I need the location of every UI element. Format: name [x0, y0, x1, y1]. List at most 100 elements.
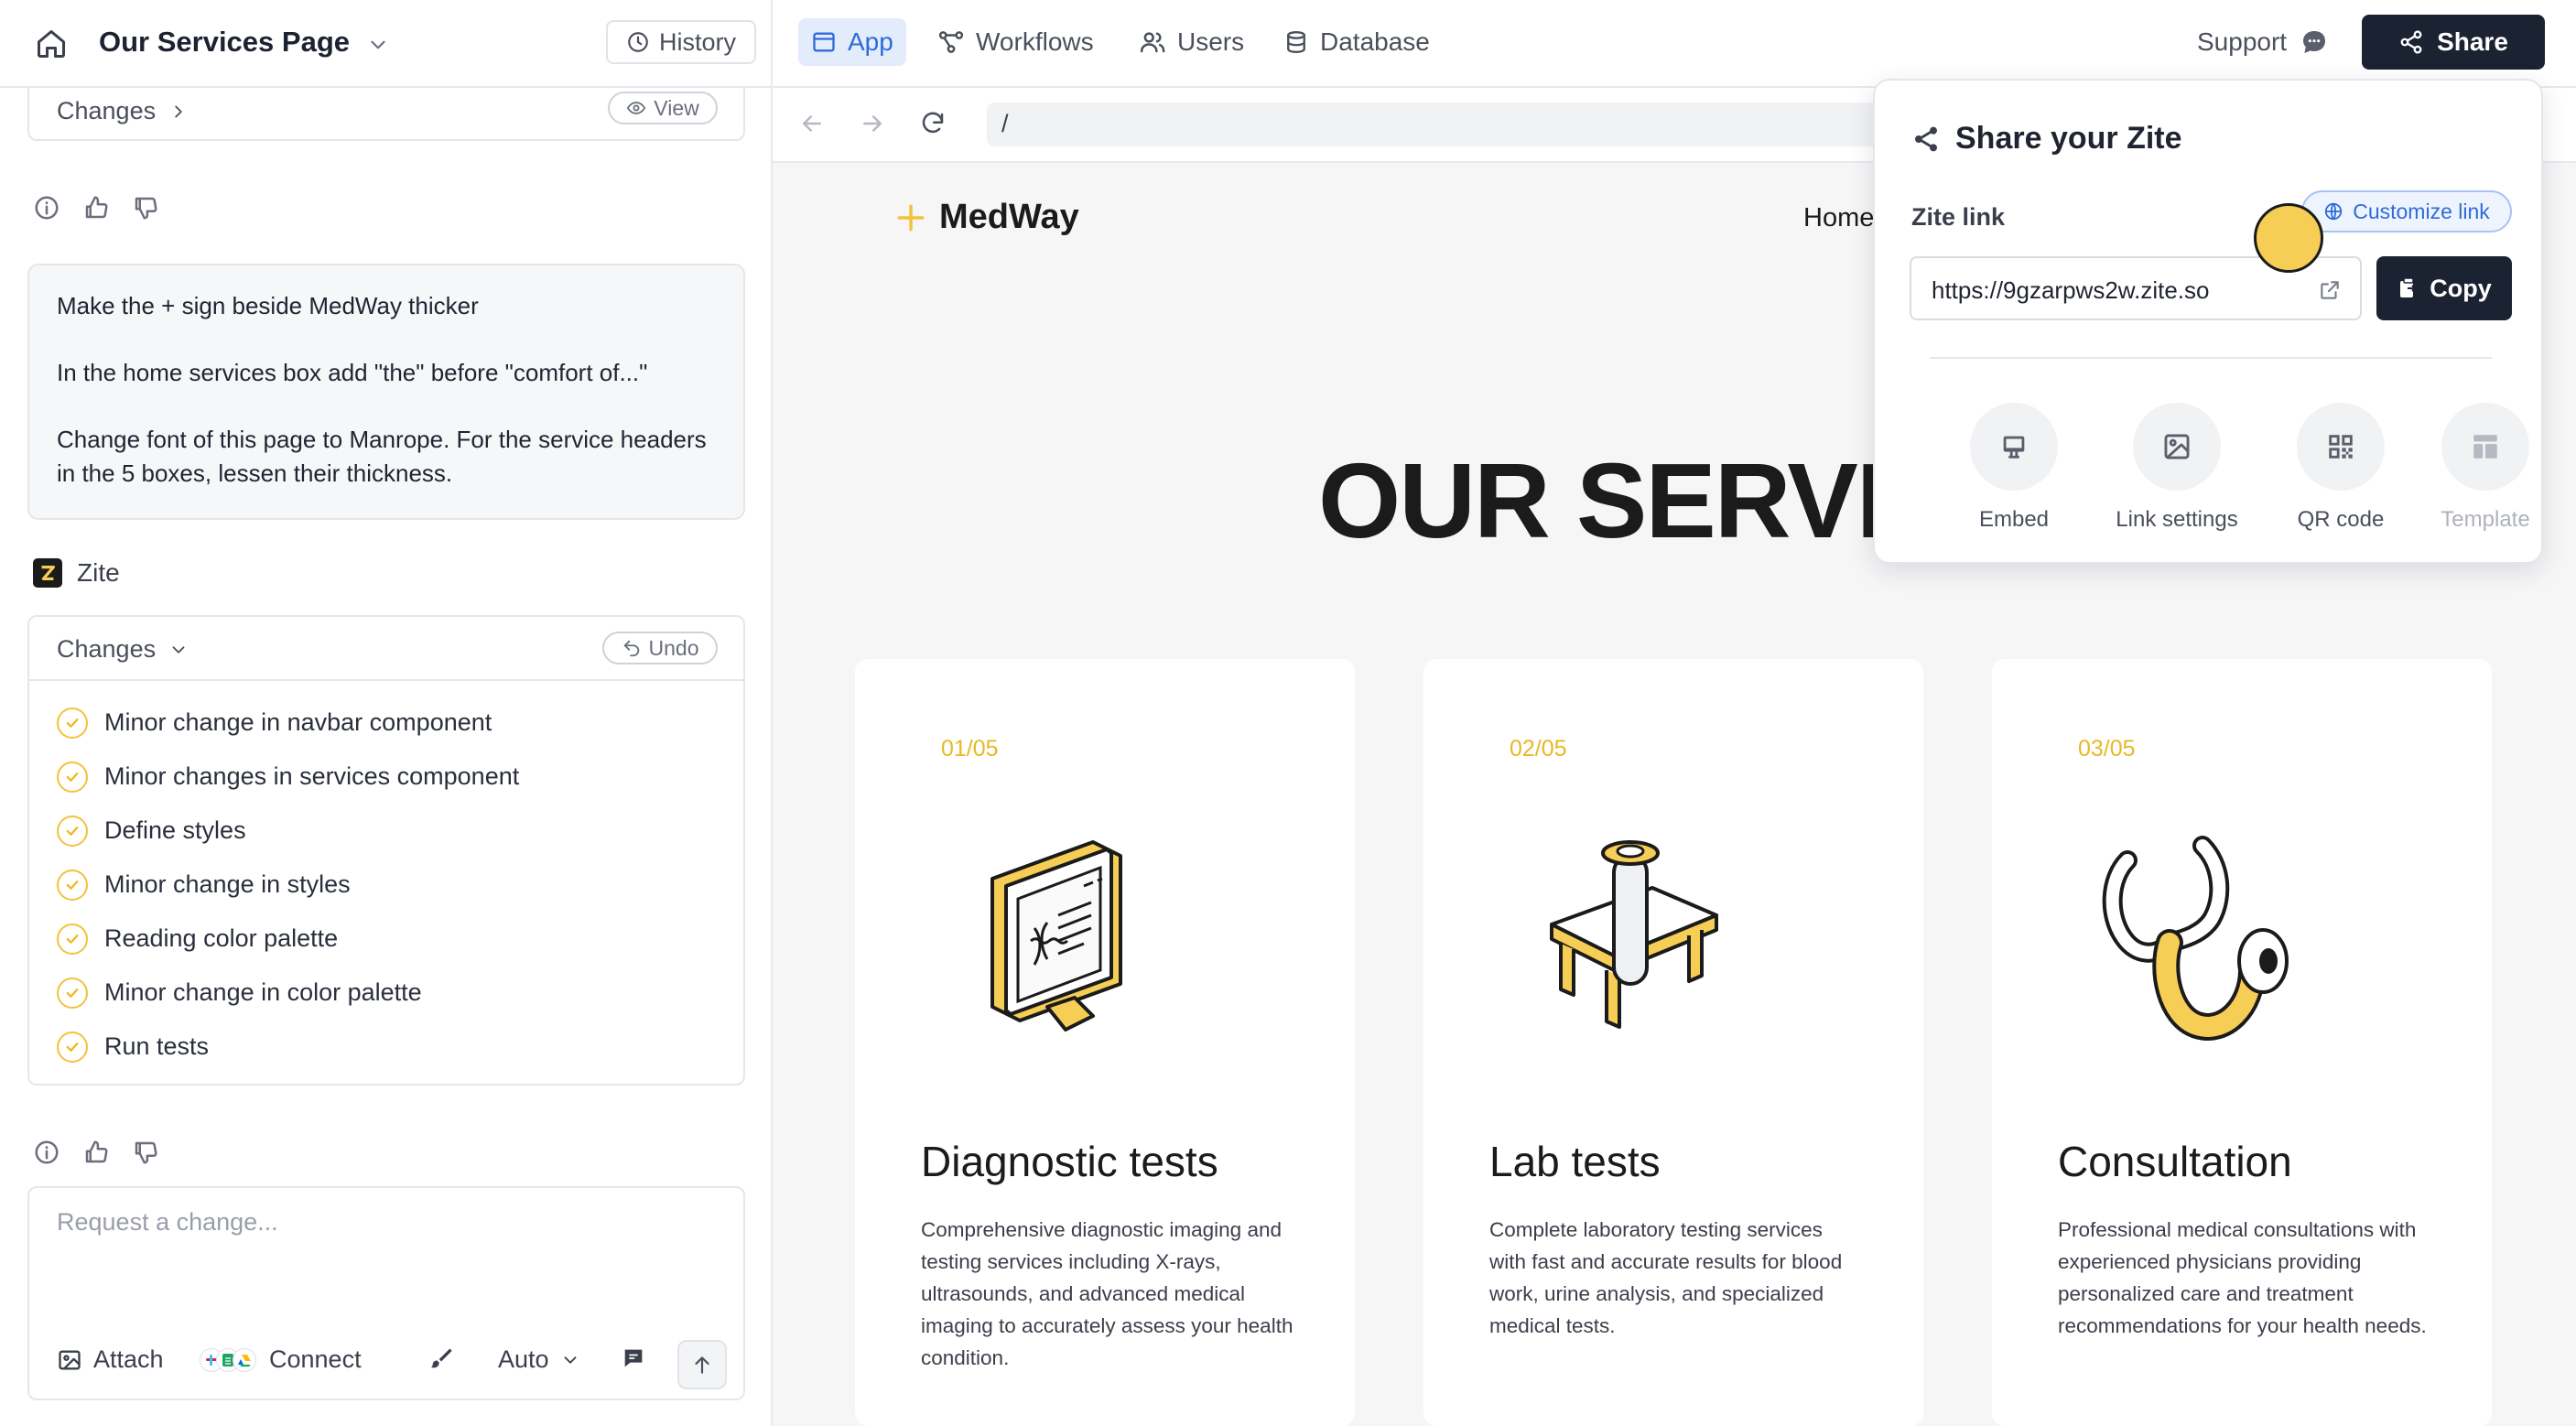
send-button[interactable]	[677, 1340, 727, 1389]
service-card: 02/05 Lab tests Complete laboratory test…	[1423, 659, 1923, 1426]
site-logo[interactable]: MedWay	[895, 198, 1079, 237]
chat-panel: Changes View Make the + sign beside MedW…	[0, 88, 771, 1426]
reload-icon[interactable]	[919, 110, 947, 137]
user-message: Make the + sign beside MedWay thicker In…	[27, 264, 745, 520]
home-icon[interactable]	[35, 27, 71, 60]
brush-button[interactable]	[428, 1345, 454, 1371]
message-line: Make the + sign beside MedWay thicker	[57, 292, 479, 319]
changes-collapsed-card: Changes View	[27, 88, 745, 141]
list-item: Minor change in color palette	[57, 966, 519, 1020]
arrow-up-icon	[690, 1353, 714, 1377]
chevron-down-icon[interactable]	[366, 33, 390, 57]
drive-icon	[233, 1347, 256, 1372]
info-icon[interactable]	[33, 1139, 60, 1166]
connect-label: Connect	[269, 1345, 362, 1373]
share-option-embed[interactable]: Embed	[1936, 403, 2092, 533]
model-label: Auto	[498, 1345, 549, 1373]
share-option-qr-code[interactable]: QR code	[2263, 403, 2419, 533]
project-title[interactable]: Our Services Page	[99, 26, 350, 59]
list-item: Minor change in styles	[57, 858, 519, 912]
service-description: Professional medical consultations with …	[2058, 1218, 2427, 1337]
share-icon	[2398, 29, 2424, 55]
service-number: 01/05	[941, 736, 999, 762]
change-text: Run tests	[104, 1032, 210, 1060]
service-number: 03/05	[2078, 736, 2136, 762]
monitor-icon	[1970, 403, 2058, 491]
undo-icon	[622, 638, 642, 658]
check-icon	[57, 707, 88, 739]
check-icon	[57, 1031, 88, 1063]
changes-expand-toggle[interactable]: Changes	[57, 97, 189, 125]
option-label: Link settings	[2116, 507, 2238, 532]
eye-icon	[626, 98, 646, 118]
changes-card: Changes Undo Minor change in navbar comp…	[27, 615, 745, 1086]
customize-link-button[interactable]: Customize link	[2301, 190, 2512, 232]
forward-arrow-icon[interactable]	[859, 110, 886, 137]
option-label: Embed	[1978, 507, 2050, 532]
support-link[interactable]: Support	[2197, 27, 2329, 57]
request-input[interactable]	[57, 1208, 716, 1281]
list-item: Run tests	[57, 1020, 519, 1074]
share-button[interactable]: Share	[2362, 15, 2545, 70]
option-label: QR code	[2297, 507, 2385, 532]
tab-label: Users	[1177, 27, 1245, 56]
attach-label: Attach	[93, 1345, 164, 1373]
check-icon	[57, 977, 88, 1009]
model-select[interactable]: Auto	[498, 1345, 580, 1374]
history-button[interactable]: History	[606, 20, 756, 64]
back-arrow-icon[interactable]	[798, 110, 826, 137]
share-label: Share	[2437, 27, 2508, 56]
view-button[interactable]: View	[608, 92, 718, 124]
service-card: 03/05 Consultation Professional medical …	[1992, 659, 2492, 1426]
plus-icon	[895, 202, 926, 233]
service-title: Lab tests	[1489, 1138, 1661, 1185]
feedback-row	[33, 1139, 159, 1166]
service-card: 01/05 Diagnostic tests Comprehensive dia…	[855, 659, 1355, 1426]
changes-collapse-toggle[interactable]: Changes	[57, 635, 189, 664]
tab-workflows[interactable]: Workflows	[925, 18, 1107, 66]
copy-label: Copy	[2430, 274, 2492, 302]
list-item: Define styles	[57, 804, 519, 858]
changes-label: Changes	[57, 97, 157, 124]
share-title-text: Share your Zite	[1955, 121, 2182, 156]
undo-button[interactable]: Undo	[602, 632, 718, 664]
check-icon	[57, 869, 88, 901]
chevron-down-icon	[560, 1350, 580, 1370]
thumbs-up-icon[interactable]	[82, 1139, 110, 1166]
comment-button[interactable]	[621, 1345, 646, 1371]
qr-code-icon	[2297, 403, 2385, 491]
customize-label: Customize link	[2353, 199, 2490, 223]
thumbs-down-icon[interactable]	[132, 194, 159, 221]
tab-label: Workflows	[976, 27, 1094, 56]
request-input-box: Attach Connect Auto	[27, 1186, 745, 1400]
check-icon	[57, 815, 88, 847]
zite-logo-icon	[33, 558, 62, 588]
share-popup: Share your Zite Zite link Customize link…	[1873, 79, 2543, 564]
view-label: View	[654, 95, 699, 120]
tab-database[interactable]: Database	[1271, 18, 1443, 66]
thumbs-down-icon[interactable]	[132, 1139, 159, 1166]
app-window-icon	[811, 29, 837, 55]
assistant-label: Zite	[33, 558, 120, 588]
external-link-icon[interactable]	[2318, 278, 2342, 302]
info-icon[interactable]	[33, 194, 60, 221]
share-option-template[interactable]: Template	[2408, 403, 2563, 533]
copy-button[interactable]: Copy	[2376, 256, 2512, 320]
thumbs-up-icon[interactable]	[82, 194, 110, 221]
change-text: Minor change in color palette	[104, 978, 422, 1006]
chevron-right-icon	[168, 102, 189, 122]
monitor-illustration-icon	[956, 833, 1175, 1043]
tab-users[interactable]: Users	[1126, 18, 1257, 66]
image-icon	[57, 1347, 82, 1373]
feedback-row	[33, 194, 159, 221]
input-toolbar: Attach Connect Auto	[29, 1336, 743, 1391]
change-text: Define styles	[104, 816, 246, 844]
changes-card-header: Changes Undo	[29, 617, 743, 681]
connect-button[interactable]: Connect	[200, 1345, 362, 1374]
tab-app[interactable]: App	[798, 18, 906, 66]
attach-button[interactable]: Attach	[57, 1345, 164, 1374]
site-nav-home[interactable]: Home	[1803, 203, 1874, 233]
share-option-link-settings[interactable]: Link settings	[2099, 403, 2255, 533]
zite-link-text: https://9gzarpws2w.zite.so	[1932, 276, 2210, 304]
workflow-icon	[937, 28, 965, 56]
